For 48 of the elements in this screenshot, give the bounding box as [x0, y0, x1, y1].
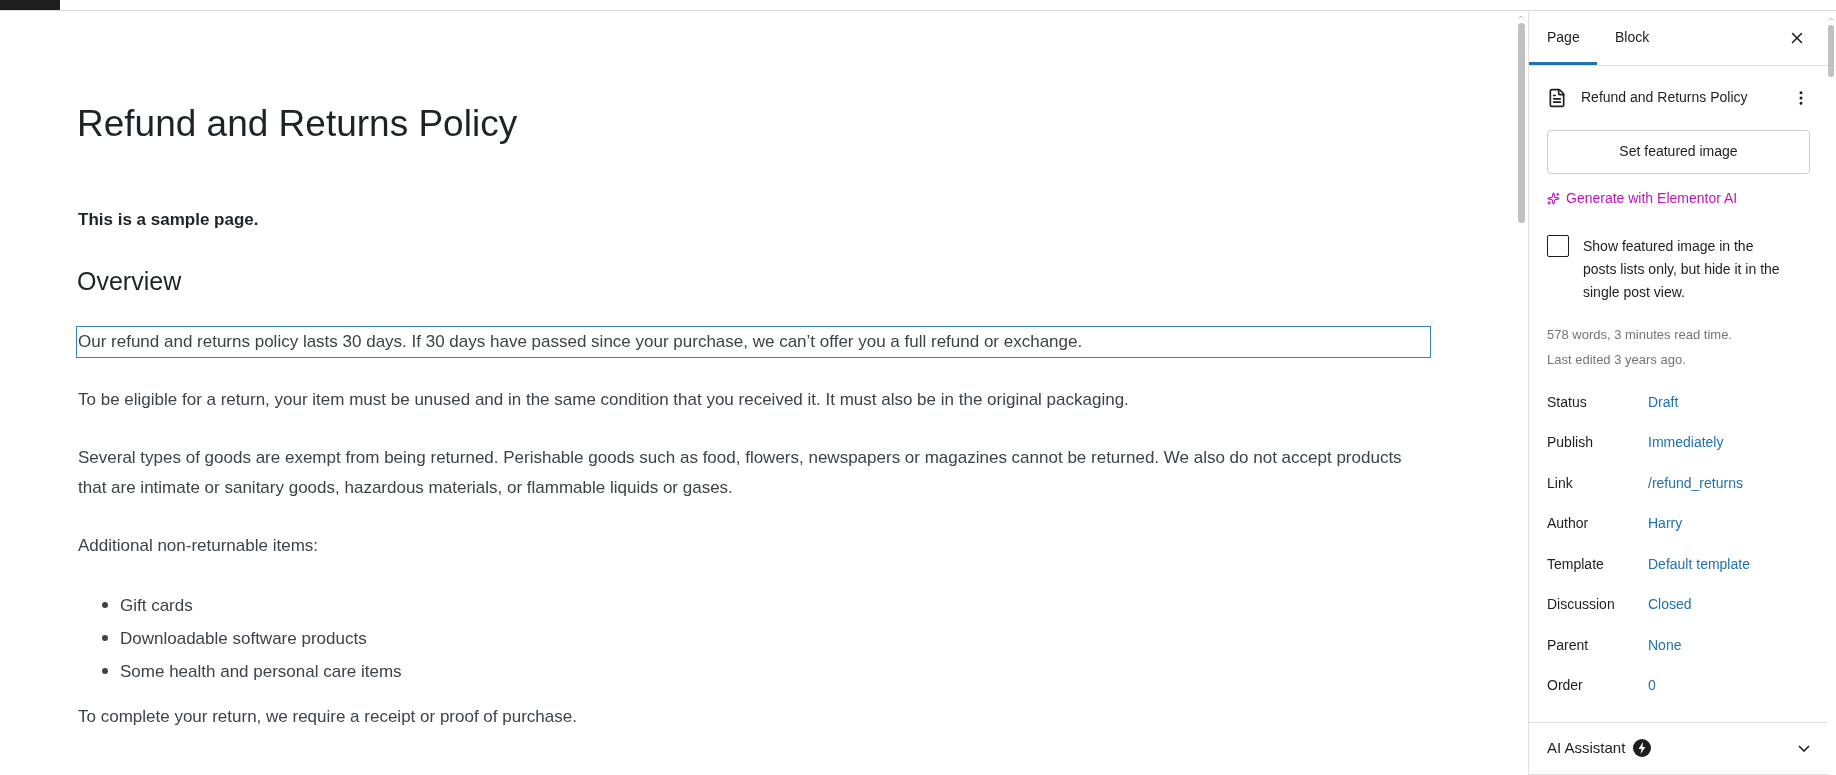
list-item[interactable]: Downloadable software products [120, 621, 367, 655]
paragraph[interactable]: Additional non-returnable items: [77, 530, 1430, 561]
sparkle-icon [1547, 191, 1560, 205]
paragraph[interactable]: Several types of goods are exempt from being returned. Perishable goods such as food, flowers, newspapers or magazines cannot be returned. We also do not accept products that are intimate or sanitary goods, hazardous materials, or flammable liquids or gases. [77, 442, 1430, 503]
post-stats: Last edited 3 years ago. [1547, 350, 1687, 369]
row-label: Order [1547, 676, 1584, 696]
row-label: Parent [1547, 635, 1590, 655]
bullet-icon [102, 602, 108, 609]
scroll-up-icon[interactable] [1827, 15, 1835, 23]
paragraph[interactable]: To be eligible for a return, your item must be unused and in the same condition that you received it. It must also be in the original packaging. [77, 384, 1430, 415]
paragraph[interactable]: Our refund and returns policy lasts 30 days. If 30 days have passed since your purchase, we can’t offer you a full refund or exchange. [77, 326, 1430, 357]
row-value-link[interactable]: Closed [1648, 594, 1692, 616]
row-value-link[interactable]: 0 [1648, 675, 1656, 697]
row-label: Link [1547, 473, 1574, 493]
post-stats: 578 words, 3 minutes read time. [1547, 325, 1733, 344]
row-value-link[interactable]: None [1648, 634, 1682, 656]
row-value-link[interactable]: Draft [1648, 391, 1679, 413]
checkbox-label[interactable]: Show featured image in the posts lists only, but hide it in the single post view. [1583, 234, 1783, 304]
scroll-up-icon[interactable] [1517, 13, 1525, 21]
row-value-link[interactable]: Default template [1648, 553, 1750, 575]
document-title: Refund and Returns Policy [1581, 88, 1749, 108]
bolt-icon [1633, 739, 1652, 758]
scrollbar-thumb[interactable] [1828, 25, 1834, 77]
sidebar-tab[interactable]: Page [1529, 11, 1597, 65]
row-label: Status [1547, 392, 1588, 412]
row-value-link[interactable]: Harry [1648, 513, 1683, 535]
ai-assistant-panel[interactable]: AI Assistant [1529, 721, 1828, 775]
list-item[interactable]: Some health and personal care items [120, 654, 402, 688]
chevron-down-icon [1798, 744, 1810, 752]
checkbox[interactable] [1547, 234, 1569, 257]
bullet-icon [102, 635, 108, 642]
section-heading[interactable]: Overview [77, 263, 1454, 301]
page-icon [1547, 87, 1567, 108]
row-label: Discussion [1547, 595, 1616, 615]
generate-ai-link[interactable]: Generate with Elementor AI [1566, 187, 1738, 209]
row-value-link[interactable]: Immediately [1648, 432, 1724, 454]
row-label: Template [1547, 554, 1605, 574]
set-featured-image-button[interactable]: Set featured image [1547, 129, 1810, 174]
paragraph[interactable]: This is a sample page. [77, 205, 1430, 236]
scrollbar-thumb[interactable] [1517, 23, 1525, 223]
list-item[interactable]: Gift cards [120, 588, 193, 622]
row-value-link[interactable]: /refund_returns [1648, 472, 1743, 494]
paragraph[interactable]: To complete your return, we require a receipt or proof of purchase. [77, 701, 1430, 732]
row-label: Author [1547, 514, 1590, 534]
row-label: Publish [1547, 433, 1594, 453]
page-title[interactable]: Refund and Returns Policy [77, 101, 1454, 148]
bullet-icon [102, 668, 108, 675]
sidebar-tab[interactable]: Block [1597, 11, 1665, 65]
